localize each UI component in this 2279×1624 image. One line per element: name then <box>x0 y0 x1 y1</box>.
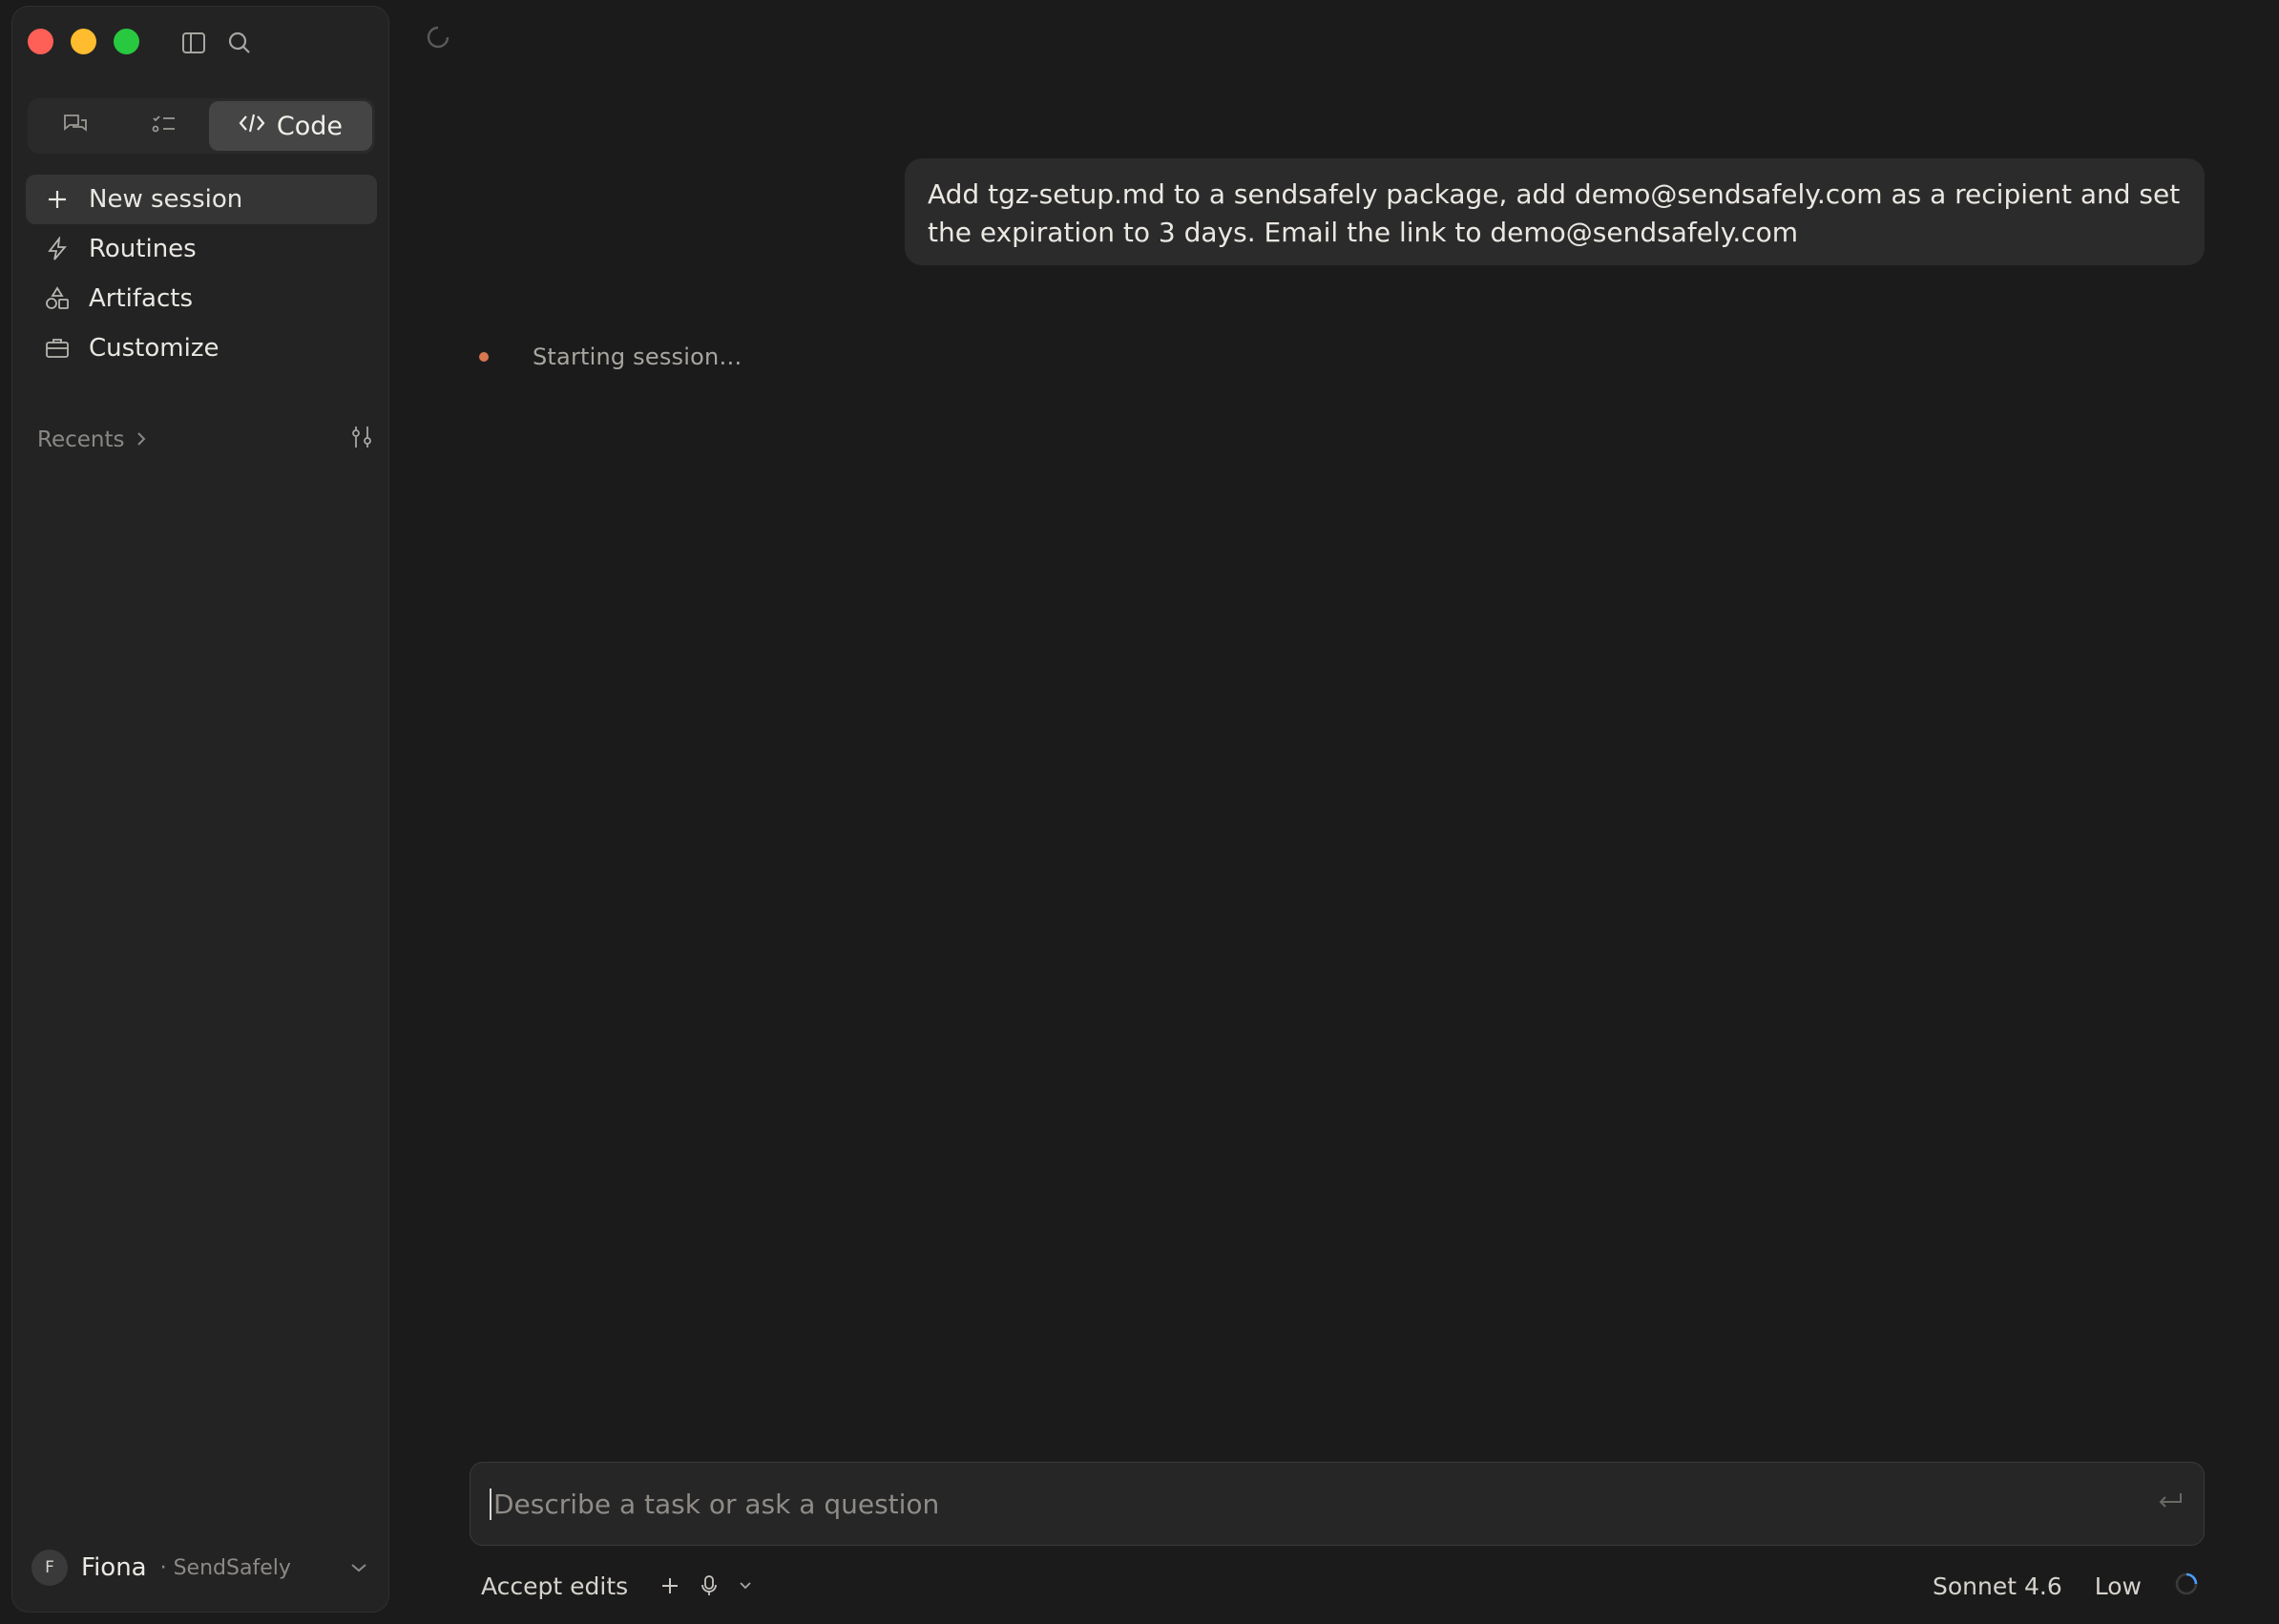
chat-bubbles-icon <box>62 112 89 140</box>
model-selector[interactable]: Sonnet 4.6 <box>1933 1572 2062 1600</box>
user-org: · SendSafely <box>159 1555 291 1580</box>
briefcase-icon <box>45 336 70 361</box>
recents-toggle[interactable]: Recents <box>37 427 147 452</box>
window-controls <box>28 29 139 54</box>
shapes-icon <box>45 286 70 311</box>
chevron-down-icon <box>350 1559 367 1577</box>
status-dot <box>479 352 489 362</box>
sidebar-top-icons <box>178 28 255 58</box>
send-enter-icon[interactable] <box>2156 1490 2185 1517</box>
search-icon[interactable] <box>224 28 255 58</box>
user-message-bubble: Add tgz-setup.md to a sendsafely package… <box>905 158 2205 265</box>
loading-spinner-icon <box>426 25 450 53</box>
user-account-menu[interactable]: F Fiona · SendSafely <box>31 1545 375 1591</box>
sidebar-nav: New session Routines Artifacts Customize <box>26 175 377 373</box>
sidebar-item-new-session[interactable]: New session <box>26 175 377 224</box>
sidebar-toggle-icon[interactable] <box>178 28 209 58</box>
filter-sliders-icon[interactable] <box>348 425 375 455</box>
progress-spinner-icon <box>2174 1572 2199 1600</box>
add-attachment-plus-icon[interactable] <box>660 1576 680 1595</box>
sidebar-item-label: Customize <box>89 334 220 363</box>
close-window-button[interactable] <box>28 29 53 54</box>
bolt-icon <box>45 237 70 261</box>
accept-edits-button[interactable]: Accept edits <box>481 1572 628 1600</box>
code-brackets-icon <box>239 112 265 141</box>
sidebar-item-customize[interactable]: Customize <box>26 323 377 373</box>
mode-switcher: Code <box>28 98 375 154</box>
sidebar-item-label: Artifacts <box>89 284 194 313</box>
composer <box>470 1462 2205 1546</box>
sidebar-item-label: Routines <box>89 235 197 263</box>
sidebar: Code New session Routines Artifacts Cust… <box>11 6 389 1613</box>
recents-label: Recents <box>37 427 125 452</box>
minimize-window-button[interactable] <box>71 29 96 54</box>
microphone-icon[interactable] <box>700 1574 718 1597</box>
prompt-input[interactable] <box>490 1488 2156 1520</box>
effort-selector[interactable]: Low <box>2095 1572 2142 1600</box>
chat-mode-button[interactable] <box>31 101 119 151</box>
sidebar-item-label: New session <box>89 185 243 214</box>
tasks-mode-button[interactable] <box>119 101 208 151</box>
avatar: F <box>31 1550 68 1586</box>
user-name: Fiona <box>81 1553 147 1582</box>
code-mode-label: Code <box>276 111 344 141</box>
session-status: Starting session… <box>479 344 742 370</box>
app-window: Code New session Routines Artifacts Cust… <box>0 0 2279 1624</box>
code-mode-button[interactable]: Code <box>208 101 373 151</box>
checklist-icon <box>151 113 178 139</box>
plus-icon <box>45 187 70 212</box>
sidebar-item-artifacts[interactable]: Artifacts <box>26 274 377 323</box>
status-text: Starting session… <box>533 344 742 370</box>
chevron-down-icon[interactable] <box>739 1581 752 1591</box>
composer-toolbar: Accept edits Sonnet 4.6 Low <box>481 1565 2199 1607</box>
sidebar-item-routines[interactable]: Routines <box>26 224 377 274</box>
maximize-window-button[interactable] <box>114 29 139 54</box>
chevron-right-icon <box>136 427 147 452</box>
toolbar-right: Sonnet 4.6 Low <box>1933 1572 2199 1600</box>
recents-header: Recents <box>37 423 375 457</box>
